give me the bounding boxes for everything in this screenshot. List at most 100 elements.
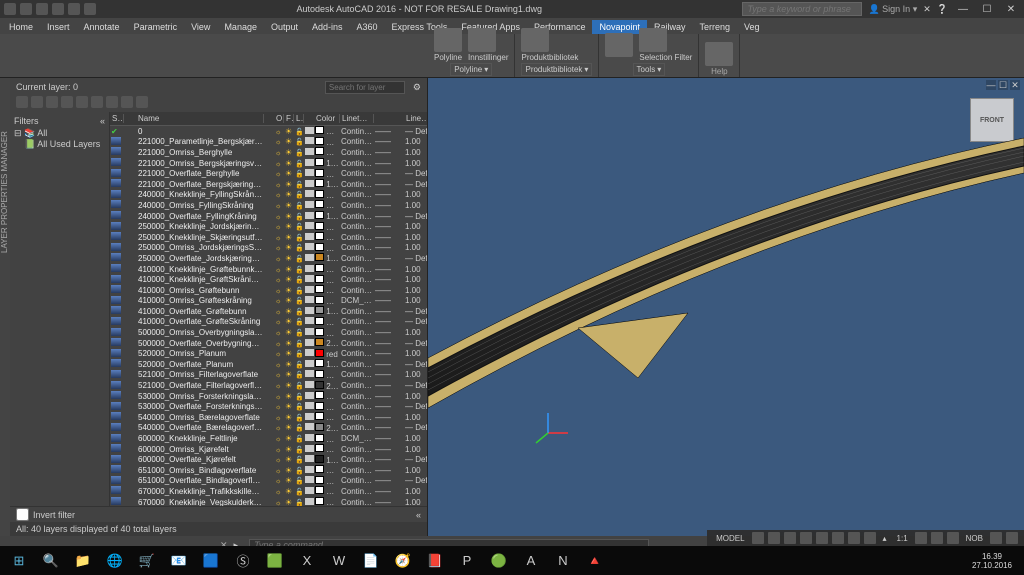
window-title: Autodesk AutoCAD 2016 - NOT FOR RESALE D… (297, 4, 542, 14)
layer-row[interactable]: 500000_Omriss_Overbygningslagkantflate☼☀… (110, 327, 427, 338)
ribbon-tab-manage[interactable]: Manage (217, 20, 264, 34)
layer-row[interactable]: 221000_Parametlinje_Bergskjæringstopp☼☀🔓… (110, 137, 427, 148)
layer-toolbar[interactable] (10, 96, 427, 112)
ribbon-tab-home[interactable]: Home (2, 20, 40, 34)
ribbon-tab-add-ins[interactable]: Add-ins (305, 20, 350, 34)
status-bar[interactable]: MODEL ▴1:1 NOB (707, 530, 1024, 546)
layer-row[interactable]: 500000_Overflate_Overbygningslagkantflat… (110, 338, 427, 349)
layer-row[interactable]: 240000_Omriss_FyllingSkråning☼☀🔓 wh...Co… (110, 200, 427, 211)
layer-row[interactable]: 240000_Overflate_FyllingKråning☼☀🔓 18...… (110, 211, 427, 222)
layers-icon[interactable] (605, 33, 633, 57)
layer-row[interactable]: 600000_Overflate_Kjørefelt☼☀🔓 10...Conti… (110, 454, 427, 465)
settings-icon[interactable] (468, 28, 496, 52)
layer-row[interactable]: 651000_Omriss_Bindlagoverflate☼☀🔓 wh...C… (110, 465, 427, 476)
ribbon-tabs: HomeInsertAnnotateParametricViewManageOu… (0, 18, 1024, 34)
help-icon[interactable]: ❔ (937, 4, 948, 15)
taskbar-app[interactable]: 🔍 (36, 549, 66, 573)
layer-row[interactable]: 530000_Omriss_Forsterkningslagoverflate☼… (110, 391, 427, 402)
layer-row[interactable]: 540000_Omriss_Bærelagoverflate☼☀🔓 wh...C… (110, 412, 427, 423)
minimize-button[interactable]: — (954, 3, 972, 15)
layer-row[interactable]: 250000_Overflate_JordskjæringsSkråning☼☀… (110, 253, 427, 264)
layer-row[interactable]: 410000_Omriss_Grøfteskråning☼☀🔓 wh...DCM… (110, 296, 427, 307)
ribbon-tab-terreng[interactable]: Terreng (693, 20, 738, 34)
layer-row[interactable]: 410000_Knekklinje_GrøftSkråningskant☼☀🔓 … (110, 274, 427, 285)
taskbar-app[interactable]: 📕 (420, 549, 450, 573)
taskbar-app[interactable]: N (548, 549, 578, 573)
layer-row[interactable]: 651000_Overflate_Bindlagoverflate☼☀🔓 wh.… (110, 476, 427, 487)
system-clock[interactable]: 16.3927.10.2016 (964, 552, 1020, 570)
taskbar-app[interactable]: 🔺 (580, 549, 610, 573)
ribbon-tab-view[interactable]: View (184, 20, 217, 34)
taskbar-app[interactable]: Ⓢ (228, 549, 258, 573)
ribbon-tab-a360[interactable]: A360 (350, 20, 385, 34)
maximize-button[interactable]: ☐ (978, 3, 996, 15)
layer-row[interactable]: 530000_Overflate_Forsterkningslagoverfla… (110, 401, 427, 412)
tools-dropdown[interactable]: Tools ▾ (633, 63, 666, 76)
taskbar-app[interactable]: 🟩 (260, 549, 290, 573)
taskbar-app[interactable]: 🟦 (196, 549, 226, 573)
layer-grid[interactable]: S...Name O...Fre...L... ColorLinetypeLin… (110, 112, 427, 506)
layer-row[interactable]: 250000_Omriss_JordskjæringsSkråning☼☀🔓 w… (110, 243, 427, 254)
layer-row[interactable]: 410000_Overflate_Grøftebunn☼☀🔓 14...Cont… (110, 306, 427, 317)
main-area: LAYER PROPERTIES MANAGER Current layer: … (0, 78, 1024, 536)
layer-row[interactable]: 521000_Overflate_Filterlagoverflate☼☀🔓 2… (110, 380, 427, 391)
layer-row[interactable]: 250000_Knekklinje_Jordskjæringskant☼☀🔓 w… (110, 221, 427, 232)
layer-row[interactable]: 240000_Knekklinje_FyllingSkråning☼☀🔓 wh.… (110, 190, 427, 201)
taskbar-app[interactable]: 🧭 (388, 549, 418, 573)
layer-search-input[interactable] (325, 81, 405, 94)
layer-row[interactable]: 410000_Omriss_Grøftebunn☼☀🔓 wh...Continu… (110, 285, 427, 296)
layer-row[interactable]: 221000_Omriss_Berghylle☼☀🔓 wh...Continu.… (110, 147, 427, 158)
prodbib-dropdown[interactable]: Produktbibliotek ▾ (521, 63, 592, 76)
drawing-viewport[interactable]: —☐✕ FRONT WCS (428, 78, 1024, 536)
invert-filter-checkbox[interactable] (16, 508, 29, 521)
invert-filter-row[interactable]: Invert filter « (10, 506, 427, 522)
taskbar-app[interactable]: W (324, 549, 354, 573)
signin-link[interactable]: 👤 Sign In ▾ (868, 4, 917, 15)
layer-row[interactable]: 520000_Omriss_Planum☼☀🔓 redContinu...——1… (110, 348, 427, 359)
layer-row[interactable]: 540000_Overflate_Bærelagoverflate☼☀🔓 20.… (110, 423, 427, 434)
taskbar-app[interactable]: 📁 (68, 549, 98, 573)
layer-row[interactable]: 221000_Omriss_Bergskjæringsvegg☼☀🔓 15...… (110, 158, 427, 169)
ribbon-tab-annotate[interactable]: Annotate (77, 20, 127, 34)
help-ribbon-icon[interactable] (705, 42, 733, 66)
layer-row[interactable]: 221000_Overflate_Berghylle☼☀🔓 wh...Conti… (110, 168, 427, 179)
side-panel-handle[interactable]: LAYER PROPERTIES MANAGER (0, 78, 10, 536)
layer-row[interactable]: 410000_Knekklinje_Grøftebunnkant☼☀🔓 wh..… (110, 264, 427, 275)
layer-row[interactable]: 250000_Knekklinje_Skjæringsutforming☼☀🔓 … (110, 232, 427, 243)
close-button[interactable]: ✕ (1002, 3, 1020, 15)
quick-access-toolbar[interactable] (4, 3, 96, 15)
layer-row[interactable]: 670000_Knekklinje_Vegskulderkant☼☀🔓 wh..… (110, 497, 427, 506)
polyline-dropdown[interactable]: Polyline ▾ (450, 63, 492, 76)
layer-row[interactable]: 221000_Overflate_Bergskjæringsvegg☼☀🔓 17… (110, 179, 427, 190)
taskbar-app[interactable]: ⊞ (4, 549, 34, 573)
taskbar-app[interactable]: P (452, 549, 482, 573)
taskbar-app[interactable]: 🌐 (100, 549, 130, 573)
exchange-icon[interactable]: ✕ (923, 4, 931, 15)
layer-grid-header[interactable]: S...Name O...Fre...L... ColorLinetypeLin… (110, 112, 427, 126)
layer-row[interactable]: 520000_Overflate_Planum☼☀🔓 18...Continu.… (110, 359, 427, 370)
taskbar-app[interactable]: 📧 (164, 549, 194, 573)
layer-row[interactable]: 600000_Knekklinje_Feltlinje☼☀🔓 wh...DCM_… (110, 433, 427, 444)
taskbar[interactable]: ⊞🔍📁🌐🛒📧🟦Ⓢ🟩XW📄🧭📕P🟢AN🔺 16.3927.10.2016 (0, 546, 1024, 575)
layer-panel-gear-icon[interactable]: ⚙ (413, 82, 421, 93)
taskbar-app[interactable]: 📄 (356, 549, 386, 573)
ribbon-tab-veg[interactable]: Veg (737, 20, 767, 34)
taskbar-app[interactable]: A (516, 549, 546, 573)
taskbar-app[interactable]: 🛒 (132, 549, 162, 573)
layer-row[interactable]: 521000_Omriss_Filterlagoverflate☼☀🔓 wh..… (110, 370, 427, 381)
ribbon-tab-insert[interactable]: Insert (40, 20, 77, 34)
taskbar-app[interactable]: X (292, 549, 322, 573)
layer-row[interactable]: 410000_Overflate_GrøfteSkråning☼☀🔓 wh...… (110, 317, 427, 328)
layer-filters-tree[interactable]: Filters « ⊟ 📚 All 📗 All Used Layers (10, 112, 110, 506)
help-search-input[interactable] (742, 2, 862, 16)
layer-row[interactable]: 600000_Omriss_Kjørefelt☼☀🔓 wh...Continu.… (110, 444, 427, 455)
layer-status-bar: All: 40 layers displayed of 40 total lay… (10, 522, 427, 536)
sel-filter-icon[interactable] (639, 28, 667, 52)
layer-row[interactable]: 670000_Knekklinje_Trafikkskilleutforming… (110, 486, 427, 497)
polyline-icon[interactable] (434, 28, 462, 52)
ribbon-tab-output[interactable]: Output (264, 20, 305, 34)
ribbon-tab-parametric[interactable]: Parametric (127, 20, 185, 34)
prodbib-icon[interactable] (521, 28, 549, 52)
taskbar-app[interactable]: 🟢 (484, 549, 514, 573)
layer-row[interactable]: ✔0☼☀🔓 wh...Continu...——— Defa (110, 126, 427, 137)
